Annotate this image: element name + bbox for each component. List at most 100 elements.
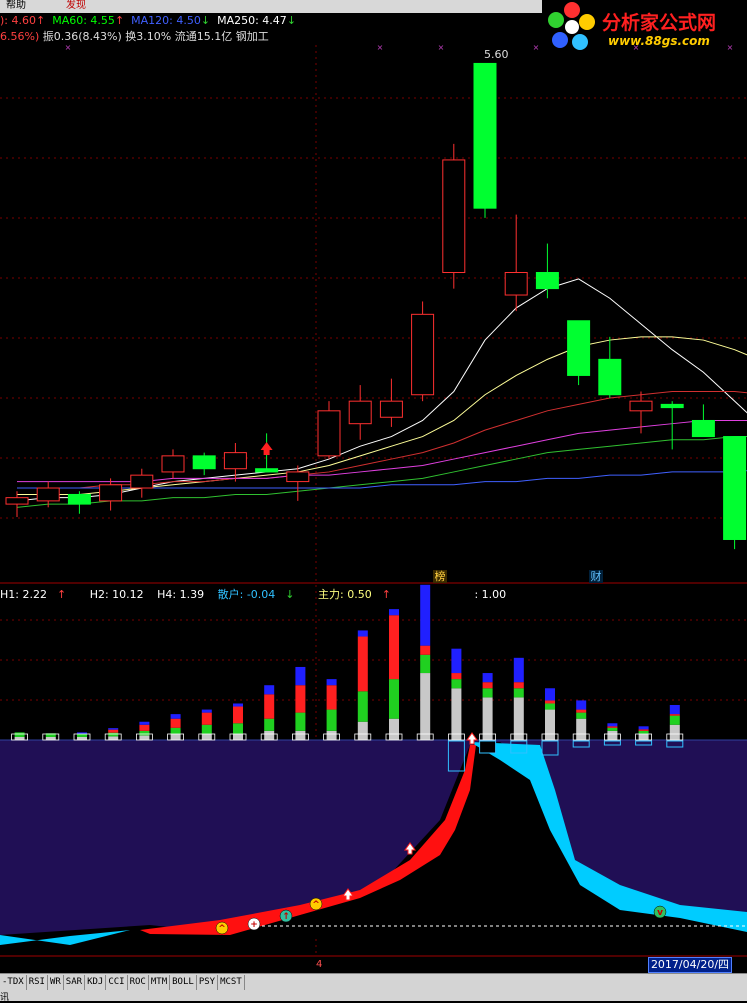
- indicator-bar-blue: [201, 709, 212, 713]
- candle-body: [598, 358, 622, 396]
- indicator-bar-blue: [233, 703, 243, 707]
- indicator-bar-blue: [108, 728, 119, 730]
- peak-price-label: 5.60: [484, 48, 509, 61]
- indicator-bar-green: [233, 723, 243, 734]
- indicator-bar-blue: [513, 657, 524, 683]
- indicator-bar-grey: [108, 736, 119, 740]
- candle-body: [379, 400, 403, 418]
- indicator-bar-red: [233, 706, 243, 724]
- indicator-bar-red: [513, 682, 524, 689]
- x-marker-icon: ×: [533, 43, 540, 52]
- indicator-tab-bar: -TDX RSI WR SAR KDJ CCI ROC MTM BOLL PSY MCST: [0, 973, 747, 990]
- ma-line-green: [16, 436, 747, 508]
- h2-value: H2: 10.12: [89, 588, 144, 601]
- candle-body: [67, 493, 91, 505]
- indicator-bar-green: [513, 688, 524, 698]
- list-event-marker[interactable]: 榜: [433, 570, 447, 583]
- indicator-bar-red: [420, 645, 431, 655]
- tab-tdx[interactable]: -TDX: [0, 975, 27, 990]
- main-force-arrow: ↑: [381, 588, 391, 601]
- candle-body: [192, 455, 216, 470]
- indicator-bar-blue: [357, 630, 368, 637]
- indicator-bar-grey: [77, 736, 87, 740]
- tab-cci[interactable]: CCI: [106, 975, 128, 990]
- tab-psy[interactable]: PSY: [197, 975, 219, 990]
- candle-body: [411, 313, 435, 396]
- candle-body: [348, 400, 372, 425]
- candle-body: [535, 272, 559, 290]
- indicator-bar-grey: [264, 730, 275, 740]
- status-text: 讯: [0, 993, 10, 1003]
- x-marker-icon: ×: [438, 43, 445, 52]
- tab-mtm[interactable]: MTM: [149, 975, 171, 990]
- indicator-bar-blue: [139, 721, 150, 725]
- indicator-bar-blue: [295, 666, 306, 686]
- candle-body: [36, 487, 60, 502]
- indicator-bar-red: [326, 685, 337, 710]
- indicator-bar-green: [357, 691, 368, 722]
- tab-kdj[interactable]: KDJ: [85, 975, 107, 990]
- candle-body: [130, 474, 154, 489]
- indicator-bar-red: [357, 636, 368, 692]
- kline-chart[interactable]: × × × × × × ^ + ↑ ^ v: [0, 0, 747, 972]
- indicator-bar-green: [482, 688, 493, 698]
- indicator-bar-blue: [326, 679, 337, 686]
- indicator-bar-blue: [482, 673, 493, 683]
- status-bar: 讯: [0, 990, 747, 1003]
- x-marker-icon: ×: [377, 43, 384, 52]
- h4-value: H4: 1.39: [157, 588, 205, 601]
- indicator-bar-grey: [326, 730, 337, 740]
- indicator-bar-green: [576, 712, 587, 719]
- tab-boll[interactable]: BOLL: [170, 975, 197, 990]
- indicator-bar-blue: [451, 648, 462, 674]
- indicator-bar-red: [638, 729, 649, 731]
- indicator-bar-blue: [170, 714, 181, 719]
- indicator-legend: H1: 2.22 ↑ H2: 10.12 H4: 1.39 散户: -0.04 ↓ …: [0, 586, 516, 602]
- indicator-bar-green: [108, 732, 119, 737]
- signal-icon-glyph: v: [657, 908, 663, 918]
- tab-rsi[interactable]: RSI: [27, 975, 48, 990]
- indicator-bar-red: [139, 724, 150, 731]
- indicator-bar-green: [669, 715, 680, 725]
- extra-value: : 1.00: [474, 588, 507, 601]
- indicator-bar-green: [451, 679, 462, 689]
- indicator-bar-red: [201, 712, 212, 725]
- candle-body: [5, 497, 29, 505]
- retail-value: 散户: -0.04: [217, 588, 276, 601]
- indicator-bar-red: [607, 726, 618, 728]
- ma-line-magenta: [17, 419, 747, 483]
- candle-body: [255, 468, 279, 473]
- indicator-bar-green: [264, 718, 275, 731]
- indicator-bar-grey: [389, 718, 399, 740]
- indicator-bar-green: [139, 730, 150, 736]
- indicator-bar-blue: [576, 700, 587, 710]
- indicator-bar-green: [295, 712, 306, 731]
- indicator-bar-grey: [607, 730, 618, 740]
- candle-body: [317, 410, 341, 457]
- indicator-bar-red: [170, 718, 181, 728]
- x-marker-icon: ×: [65, 43, 72, 52]
- signal-icon-glyph: ↑: [282, 912, 290, 922]
- candle-body: [691, 419, 715, 438]
- indicator-bar-green: [638, 730, 649, 734]
- indicator-bar-green: [607, 727, 618, 731]
- indicator-bar-blue: [545, 688, 555, 701]
- finance-event-marker[interactable]: 财: [589, 570, 603, 583]
- candle-body: [161, 455, 185, 473]
- indicator-bar-grey: [201, 733, 212, 740]
- indicator-bar-grey: [545, 709, 555, 740]
- candle-body: [223, 452, 247, 470]
- indicator-bar-grey: [233, 733, 243, 740]
- indicator-bar-grey: [357, 721, 368, 740]
- indicator-bar-grey: [170, 733, 181, 740]
- indicator-bar-red: [295, 685, 306, 713]
- indicator-bar-red: [482, 682, 493, 689]
- tab-wr[interactable]: WR: [48, 975, 64, 990]
- signal-icon-glyph: +: [250, 920, 258, 930]
- tab-mcst[interactable]: MCST: [218, 975, 245, 990]
- indicator-bar-red: [669, 714, 680, 716]
- tab-sar[interactable]: SAR: [64, 975, 86, 990]
- h1-value: H1: 2.22: [0, 588, 47, 601]
- tab-roc[interactable]: ROC: [128, 975, 149, 990]
- indicator-bar-red: [451, 673, 462, 680]
